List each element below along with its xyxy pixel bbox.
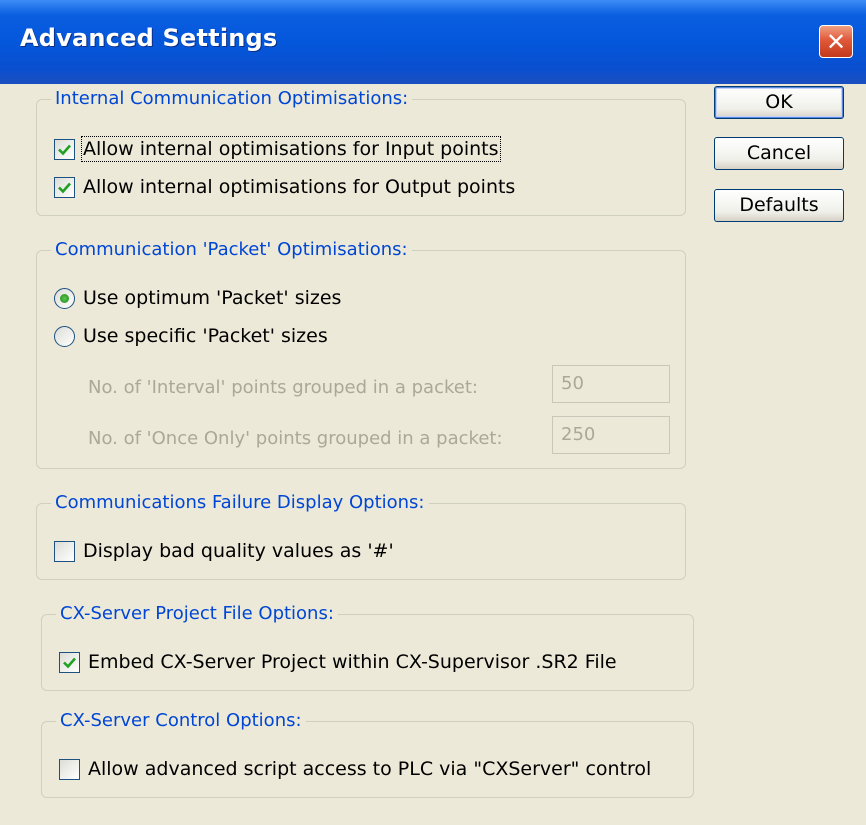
bad-quality-label: Display bad quality values as '#' — [83, 540, 394, 562]
optimum-packet-radio[interactable] — [54, 287, 75, 309]
specific-packet-radio[interactable] — [54, 325, 75, 347]
window-title: Advanced Settings — [20, 24, 278, 52]
optimum-packet-label: Use optimum 'Packet' sizes — [83, 287, 342, 309]
packet-optimisations-legend: Communication 'Packet' Optimisations: — [51, 237, 412, 263]
once-only-points-field[interactable]: 250 — [552, 416, 670, 454]
script-access-checkbox[interactable] — [59, 758, 80, 780]
bad-quality-option[interactable]: Display bad quality values as '#' — [54, 540, 394, 562]
specific-packet-option[interactable]: Use specific 'Packet' sizes — [54, 325, 328, 347]
embed-project-option[interactable]: Embed CX-Server Project within CX-Superv… — [59, 651, 617, 673]
radio-selected-dot — [60, 293, 69, 303]
project-file-group: CX-Server Project File Options: Embed CX… — [41, 601, 694, 691]
interval-points-field[interactable]: 50 — [552, 365, 670, 403]
dialog-body: Internal Communication Optimisations: Al… — [0, 84, 866, 825]
embed-project-checkbox[interactable] — [59, 651, 80, 673]
packet-optimisations-group: Communication 'Packet' Optimisations: Us… — [36, 237, 686, 469]
cancel-button[interactable]: Cancel — [714, 137, 844, 170]
output-points-checkbox[interactable] — [54, 176, 75, 198]
failure-display-group: Communications Failure Display Options: … — [36, 490, 686, 580]
input-points-checkbox[interactable] — [54, 138, 75, 160]
checkmark-icon — [58, 182, 71, 193]
internal-optimisations-legend: Internal Communication Optimisations: — [51, 86, 413, 112]
interval-points-label: No. of 'Interval' points grouped in a pa… — [88, 377, 478, 398]
embed-project-label: Embed CX-Server Project within CX-Superv… — [88, 651, 617, 673]
input-points-label: Allow internal optimisations for Input p… — [81, 136, 501, 162]
failure-display-legend: Communications Failure Display Options: — [51, 490, 429, 516]
internal-optimisations-group: Internal Communication Optimisations: Al… — [36, 86, 686, 216]
checkmark-icon — [58, 144, 71, 155]
script-access-label: Allow advanced script access to PLC via … — [88, 758, 652, 780]
project-file-legend: CX-Server Project File Options: — [56, 601, 338, 627]
defaults-button[interactable]: Defaults — [714, 189, 844, 222]
input-points-option[interactable]: Allow internal optimisations for Input p… — [54, 136, 501, 162]
output-points-option[interactable]: Allow internal optimisations for Output … — [54, 176, 515, 198]
ok-button[interactable]: OK — [714, 86, 844, 119]
title-bar[interactable]: Advanced Settings ✕ — [0, 0, 866, 84]
advanced-settings-dialog: Advanced Settings ✕ Internal Communicati… — [0, 0, 866, 825]
control-options-legend: CX-Server Control Options: — [56, 708, 306, 734]
specific-packet-label: Use specific 'Packet' sizes — [83, 325, 328, 347]
checkmark-icon — [63, 657, 76, 668]
close-button[interactable]: ✕ — [819, 25, 853, 58]
output-points-label: Allow internal optimisations for Output … — [83, 176, 516, 198]
control-options-group: CX-Server Control Options: Allow advance… — [41, 708, 694, 798]
script-access-option[interactable]: Allow advanced script access to PLC via … — [59, 758, 651, 780]
optimum-packet-option[interactable]: Use optimum 'Packet' sizes — [54, 287, 341, 309]
bad-quality-checkbox[interactable] — [54, 540, 75, 562]
close-icon: ✕ — [825, 28, 847, 56]
once-only-points-label: No. of 'Once Only' points grouped in a p… — [88, 428, 503, 449]
